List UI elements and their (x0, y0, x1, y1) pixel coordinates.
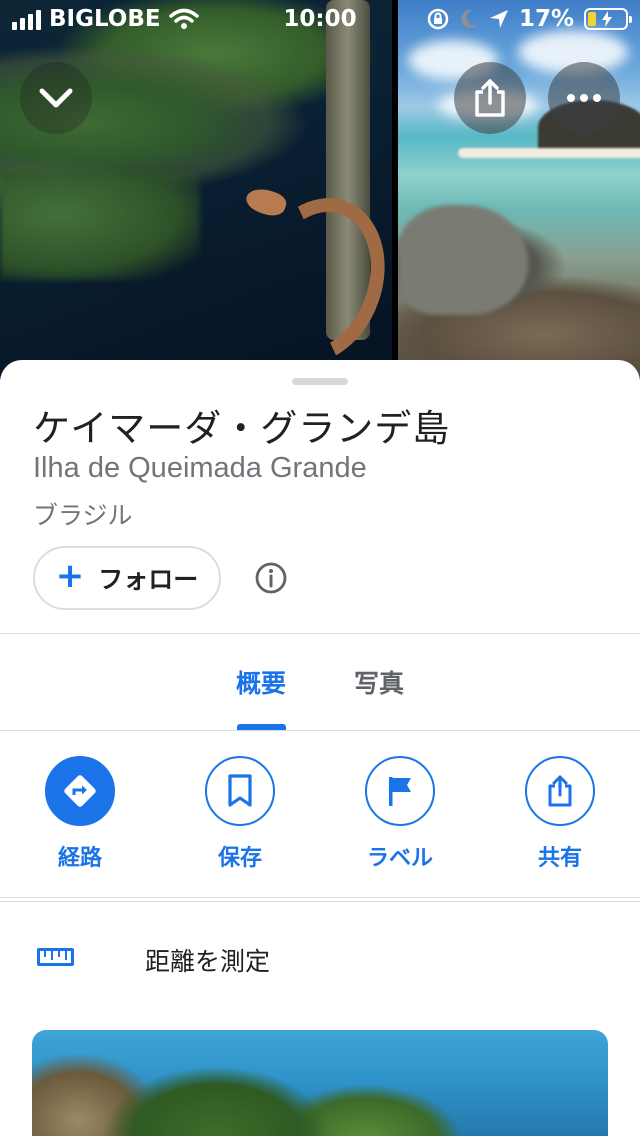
ruler-icon (37, 948, 74, 966)
place-title: ケイマーダ・グランデ島 (33, 407, 451, 450)
status-bar: BIGLOBE 10:00 17% (0, 0, 640, 40)
more-options-button[interactable] (548, 62, 620, 134)
share-button[interactable] (454, 62, 526, 134)
status-right: 17% (427, 6, 632, 32)
info-icon[interactable] (253, 560, 289, 596)
directions-circle (45, 756, 115, 826)
photo-gallery[interactable] (0, 0, 640, 380)
tab-overview[interactable]: 概要 (236, 664, 286, 700)
follow-button[interactable]: + フォロー (33, 546, 221, 610)
share-label: 共有 (537, 846, 582, 871)
action-bar: 経路 保存 ラベル 共有 (0, 756, 640, 896)
collapse-button[interactable] (20, 62, 92, 134)
save-label: 保存 (217, 846, 262, 871)
battery-level (588, 12, 596, 26)
boulder (398, 205, 528, 315)
label-button[interactable]: ラベル (340, 756, 460, 872)
divider (0, 897, 640, 898)
island-landmass (0, 170, 200, 280)
follow-label: フォロー (98, 565, 199, 594)
directions-label: 経路 (57, 846, 102, 871)
place-country: ブラジル (33, 501, 133, 530)
place-sheet[interactable]: ケイマーダ・グランデ島 Ilha de Queimada Grande ブラジル… (0, 360, 640, 1136)
plus-icon: + (55, 556, 85, 596)
share-icon (475, 79, 505, 117)
measure-distance-label: 距離を測定 (145, 947, 271, 976)
place-preview-photo[interactable] (32, 1030, 608, 1136)
battery-percent: 17% (518, 6, 574, 32)
directions-button[interactable]: 経路 (20, 756, 140, 872)
tab-bar: 概要 写真 (0, 634, 640, 730)
drag-handle[interactable] (292, 378, 348, 385)
island-aerial-photo[interactable] (0, 0, 392, 380)
more-icon (567, 94, 601, 102)
share-circle (525, 756, 595, 826)
measure-distance-row[interactable]: 距離を測定 (0, 920, 640, 1000)
share-place-button[interactable]: 共有 (500, 756, 620, 872)
battery-charging-icon (584, 8, 632, 30)
divider (0, 901, 640, 902)
divider (0, 730, 640, 731)
flag-icon (389, 777, 411, 806)
rotation-lock-icon (427, 8, 449, 30)
tab-photos[interactable]: 写真 (354, 664, 404, 700)
directions-icon (64, 775, 96, 807)
save-button[interactable]: 保存 (180, 756, 300, 872)
label-label: ラベル (366, 846, 433, 871)
place-subtitle: Ilha de Queimada Grande (33, 452, 367, 484)
location-arrow-icon (489, 10, 508, 28)
share-icon (548, 775, 572, 807)
label-circle (365, 756, 435, 826)
moon-icon (461, 9, 477, 28)
snake-head (243, 184, 289, 220)
beach-strip (458, 148, 640, 158)
chevron-down-icon (39, 88, 73, 108)
beach-photo[interactable] (398, 0, 640, 380)
save-circle (205, 756, 275, 826)
bookmark-icon (228, 774, 252, 807)
